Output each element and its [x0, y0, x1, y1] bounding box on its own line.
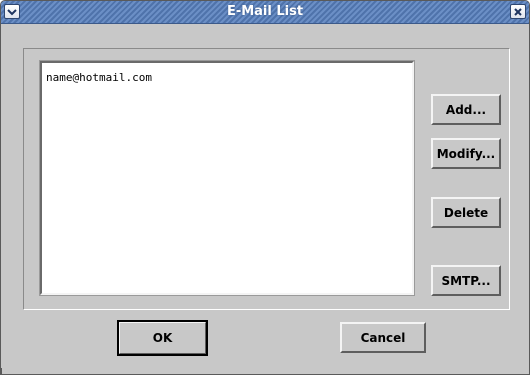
list-item[interactable]: name@hotmail.com: [46, 71, 152, 84]
add-button[interactable]: Add...: [431, 94, 501, 125]
close-icon: [514, 7, 522, 16]
delete-button[interactable]: Delete: [431, 197, 501, 228]
title-bar[interactable]: E-Mail List: [1, 1, 529, 24]
window-title: E-Mail List: [226, 4, 304, 19]
email-listbox[interactable]: name@hotmail.com: [39, 60, 415, 296]
smtp-button[interactable]: SMTP...: [431, 265, 501, 296]
window-border: [1, 368, 8, 374]
ok-button[interactable]: OK: [117, 320, 208, 356]
close-button[interactable]: [510, 4, 526, 19]
email-list-dialog: E-Mail List name@hotmail.com Add... Modi…: [0, 0, 530, 375]
window-menu-button[interactable]: [4, 4, 20, 19]
modify-button[interactable]: Modify...: [431, 138, 501, 169]
chevron-down-icon: [7, 8, 17, 16]
cancel-button[interactable]: Cancel: [340, 322, 426, 353]
